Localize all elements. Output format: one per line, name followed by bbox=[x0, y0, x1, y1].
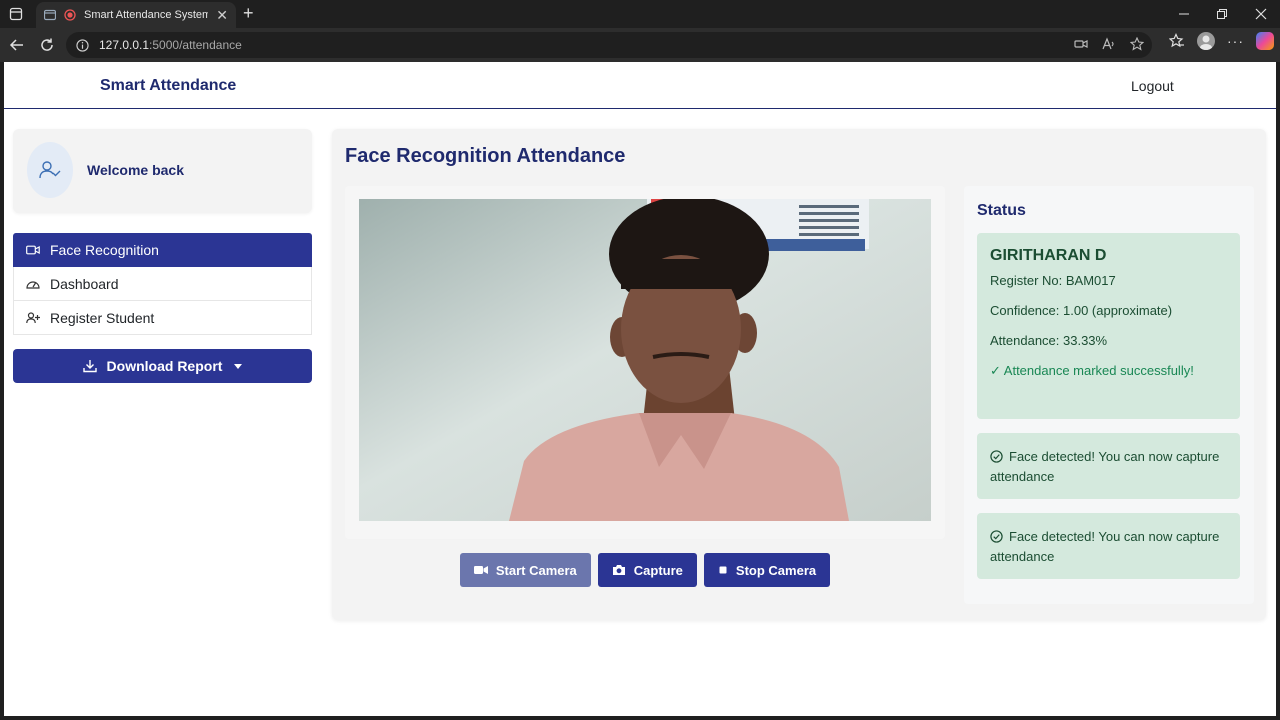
favorite-star-icon[interactable] bbox=[1130, 37, 1144, 51]
sidebar-item-register-student[interactable]: Register Student bbox=[13, 301, 312, 335]
browser-tab[interactable]: Smart Attendance System - I ✕ bbox=[36, 2, 236, 28]
camera-controls: Start Camera Capture Stop Camera bbox=[332, 553, 958, 587]
sidebar-item-label: Face Recognition bbox=[50, 241, 159, 258]
camera-icon bbox=[612, 565, 625, 575]
capture-button[interactable]: Capture bbox=[597, 553, 697, 587]
person-add-icon bbox=[26, 311, 40, 323]
chevron-down-icon bbox=[234, 363, 243, 369]
page-title: Face Recognition Attendance bbox=[345, 145, 626, 167]
recording-icon bbox=[64, 9, 76, 21]
brand-logo[interactable]: Smart Attendance bbox=[100, 77, 236, 95]
new-tab-icon[interactable]: + bbox=[243, 3, 254, 24]
minimize-icon[interactable] bbox=[1172, 4, 1196, 24]
download-report-button[interactable]: Download Report bbox=[13, 349, 312, 383]
stop-camera-button[interactable]: Stop Camera bbox=[703, 553, 831, 587]
video-icon bbox=[26, 245, 40, 254]
sidebar-item-label: Dashboard bbox=[50, 275, 119, 292]
stop-icon bbox=[719, 566, 727, 574]
sidebar-item-face-recognition[interactable]: Face Recognition bbox=[13, 233, 312, 267]
face-detected-alert: Face detected! You can now capture atten… bbox=[977, 513, 1240, 579]
back-icon[interactable] bbox=[2, 31, 32, 59]
capture-label: Capture bbox=[633, 562, 683, 578]
browser-tabstrip: Smart Attendance System - I ✕ + bbox=[0, 0, 1280, 28]
check-circle-icon bbox=[990, 450, 1003, 463]
status-title: Status bbox=[977, 202, 1026, 219]
camera-container bbox=[345, 186, 945, 539]
attendance-card: Face Recognition Attendance Start Camera… bbox=[332, 129, 1266, 620]
tab-close-icon[interactable]: ✕ bbox=[216, 7, 228, 24]
alert-text: Face detected! You can now capture atten… bbox=[990, 529, 1220, 564]
download-report-label: Download Report bbox=[106, 358, 223, 374]
tab-title: Smart Attendance System - I bbox=[84, 9, 209, 21]
tab-actions-icon[interactable] bbox=[4, 4, 28, 24]
restore-icon[interactable] bbox=[1210, 4, 1234, 24]
more-options-icon[interactable]: ··· bbox=[1227, 33, 1244, 49]
attendance-percentage: Attendance: 33.33% bbox=[990, 333, 1108, 348]
welcome-card: Welcome back bbox=[13, 129, 312, 213]
stop-camera-label: Stop Camera bbox=[735, 562, 817, 578]
sidebar-item-dashboard[interactable]: Dashboard bbox=[13, 267, 312, 301]
navbar: Smart Attendance Logout bbox=[4, 62, 1276, 109]
download-icon bbox=[82, 360, 97, 373]
recognition-result: GIRITHARAN D Register No: BAM017 Confide… bbox=[977, 233, 1240, 419]
reload-icon[interactable] bbox=[32, 31, 62, 59]
start-camera-button[interactable]: Start Camera bbox=[459, 553, 591, 587]
profile-avatar-icon[interactable] bbox=[1197, 32, 1215, 50]
logout-link[interactable]: Logout bbox=[1131, 78, 1174, 94]
success-message: ✓ Attendance marked successfully! bbox=[990, 363, 1194, 378]
page: Smart Attendance Logout Welcome back Fac… bbox=[4, 62, 1276, 716]
register-number: Register No: BAM017 bbox=[990, 273, 1116, 288]
welcome-text: Welcome back bbox=[87, 162, 185, 178]
tab-page-icon bbox=[44, 9, 56, 21]
favorites-icon[interactable] bbox=[1169, 33, 1185, 49]
address-bar[interactable]: 127.0.0.1:5000/attendance bbox=[66, 32, 1152, 58]
read-aloud-icon[interactable] bbox=[1102, 37, 1116, 51]
copilot-icon[interactable] bbox=[1256, 32, 1274, 50]
sidebar-item-label: Register Student bbox=[50, 309, 155, 326]
sidebar-menu: Face Recognition Dashboard Register Stud… bbox=[13, 233, 312, 335]
student-name: GIRITHARAN D bbox=[990, 247, 1107, 264]
user-check-icon bbox=[39, 161, 61, 179]
speedometer-icon bbox=[26, 280, 40, 289]
alert-text: Face detected! You can now capture atten… bbox=[990, 449, 1220, 484]
url-text: 127.0.0.1:5000/attendance bbox=[99, 38, 242, 52]
face-detected-alert: Face detected! You can now capture atten… bbox=[977, 433, 1240, 499]
close-window-icon[interactable] bbox=[1249, 4, 1273, 24]
check-circle-icon bbox=[990, 530, 1003, 543]
confidence-value: Confidence: 1.00 (approximate) bbox=[990, 303, 1173, 318]
browser-toolbar: 127.0.0.1:5000/attendance ··· bbox=[0, 28, 1280, 62]
video-camera-icon bbox=[473, 566, 488, 574]
camera-in-use-icon[interactable] bbox=[1074, 37, 1088, 51]
status-panel: Status GIRITHARAN D Register No: BAM017 … bbox=[964, 186, 1254, 604]
avatar bbox=[27, 142, 73, 198]
start-camera-label: Start Camera bbox=[495, 562, 577, 578]
site-info-icon[interactable] bbox=[76, 38, 89, 52]
camera-feed bbox=[359, 199, 931, 521]
